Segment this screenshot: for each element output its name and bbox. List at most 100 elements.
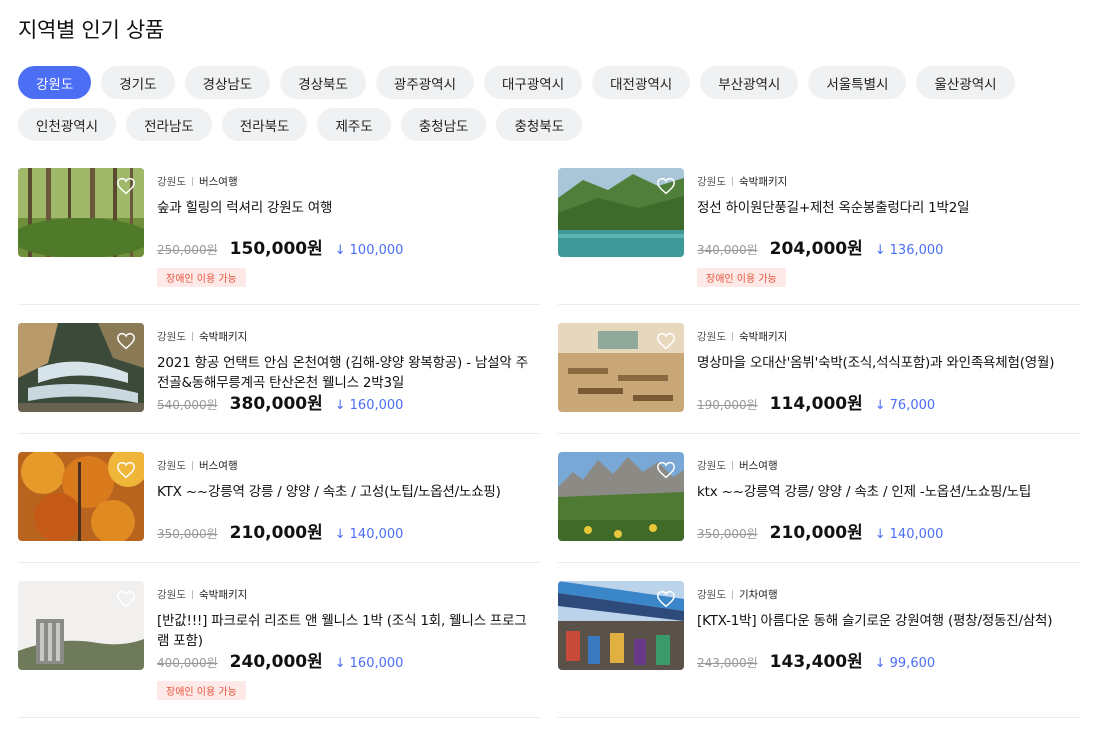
product-category: 숙박패키지 xyxy=(198,589,248,601)
product-thumbnail[interactable] xyxy=(558,323,684,412)
product-thumbnail[interactable] xyxy=(558,452,684,541)
product-info: 강원도 버스여행 숲과 힐링의 럭셔리 강원도 여행 xyxy=(157,174,540,218)
original-price: 400,000원 xyxy=(157,656,218,670)
arrow-down-icon: ↓ xyxy=(334,527,346,542)
region-chip-jeju[interactable]: 제주도 xyxy=(317,108,391,141)
sale-price: 143,400원 xyxy=(769,652,863,672)
sale-price: 210,000원 xyxy=(229,523,323,543)
product-meta: 강원도 숙박패키지 xyxy=(157,329,540,344)
arrow-down-icon: ↓ xyxy=(334,398,346,413)
price-row: 400,000원 240,000원 ↓ 160,000 xyxy=(157,647,403,672)
product-category: 버스여행 xyxy=(738,460,778,472)
price-row: 350,000원 210,000원 ↓ 140,000 xyxy=(697,518,943,543)
region-chip-gyeongnam[interactable]: 경상남도 xyxy=(184,66,271,99)
region-chip-jeonnam[interactable]: 전라남도 xyxy=(126,108,212,141)
discount-amount: ↓ 76,000 xyxy=(874,398,936,413)
product-thumbnail[interactable] xyxy=(18,581,144,670)
product-category: 숙박패키지 xyxy=(198,331,248,343)
heart-outline-icon[interactable] xyxy=(116,461,136,479)
accessibility-badge: 장애인 이용 가능 xyxy=(697,268,786,287)
product-meta: 강원도 숙박패키지 xyxy=(157,587,540,602)
region-chip-gyeonggi[interactable]: 경기도 xyxy=(101,66,175,99)
product-card[interactable]: 강원도 숙박패키지 [반값!!!] 파크로쉬 리조트 앤 웰니스 1박 (조식 1… xyxy=(18,581,540,718)
product-meta: 강원도 숙박패키지 xyxy=(697,329,1080,344)
product-title[interactable]: [KTX-1박] 아름다운 동해 슬기로운 강원여행 (평창/정동진/삼척) xyxy=(697,611,1069,631)
region-chip-chungnam[interactable]: 충청남도 xyxy=(400,108,487,141)
original-price: 190,000원 xyxy=(697,398,758,412)
region-chip-chungbuk[interactable]: 충청북도 xyxy=(496,108,583,141)
price-row: 340,000원 204,000원 ↓ 136,000 xyxy=(697,234,943,259)
discount-amount: ↓ 160,000 xyxy=(334,656,404,671)
product-info: 강원도 기차여행 [KTX-1박] 아름다운 동해 슬기로운 강원여행 (평창/정… xyxy=(697,587,1080,631)
region-chip-jeonbuk[interactable]: 전라북도 xyxy=(221,108,308,141)
sale-price: 240,000원 xyxy=(229,652,323,672)
product-info: 강원도 버스여행 KTX ~~강릉역 강릉 / 양양 / 속초 / 고성(노팁/노… xyxy=(157,458,540,502)
sale-price: 380,000원 xyxy=(229,394,323,414)
discount-amount: ↓ 140,000 xyxy=(334,527,404,542)
product-category: 버스여행 xyxy=(198,176,238,188)
sale-price: 210,000원 xyxy=(769,523,863,543)
product-card[interactable]: 강원도 버스여행 숲과 힐링의 럭셔리 강원도 여행 250,000원 150,0… xyxy=(18,168,540,305)
price-row: 350,000원 210,000원 ↓ 140,000 xyxy=(157,518,403,543)
meta-divider xyxy=(191,590,193,599)
region-chip-incheon[interactable]: 인천광역시 xyxy=(18,108,117,141)
product-title[interactable]: 2021 항공 언택트 안심 온천여행 (김해-양양 왕복항공) - 남설악 주… xyxy=(157,353,529,393)
product-title[interactable]: [반값!!!] 파크로쉬 리조트 앤 웰니스 1박 (조식 1회, 웰니스 프로… xyxy=(157,611,529,651)
product-title[interactable]: 명상마을 오대산'옴뷔'숙박(조식,석식포함)과 와인족욕체험(영월) xyxy=(697,353,1069,373)
heart-outline-icon[interactable] xyxy=(116,177,136,195)
region-chip-gwangju[interactable]: 광주광역시 xyxy=(375,66,475,99)
heart-outline-icon[interactable] xyxy=(116,590,136,608)
region-chip-daegu[interactable]: 대구광역시 xyxy=(484,66,583,99)
product-card[interactable]: 강원도 숙박패키지 2021 항공 언택트 안심 온천여행 (김해-양양 왕복항공… xyxy=(18,323,540,434)
product-region: 강원도 xyxy=(697,460,726,472)
product-thumbnail[interactable] xyxy=(18,168,144,257)
product-region: 강원도 xyxy=(157,460,186,472)
product-card[interactable]: 강원도 버스여행 ktx ~~강릉역 강릉/ 양양 / 속초 / 인제 -노옵션/… xyxy=(558,452,1080,563)
product-thumbnail[interactable] xyxy=(18,452,144,541)
region-chip-daejeon[interactable]: 대전광역시 xyxy=(592,66,691,99)
product-title[interactable]: 숲과 힐링의 럭셔리 강원도 여행 xyxy=(157,198,529,218)
region-chip-ulsan[interactable]: 울산광역시 xyxy=(916,66,1015,99)
product-title[interactable]: ktx ~~강릉역 강릉/ 양양 / 속초 / 인제 -노옵션/노쇼핑/노팁 xyxy=(697,482,1069,502)
region-chip-busan[interactable]: 부산광역시 xyxy=(700,66,799,99)
product-thumbnail[interactable] xyxy=(558,581,684,670)
product-info: 강원도 숙박패키지 [반값!!!] 파크로쉬 리조트 앤 웰니스 1박 (조식 1… xyxy=(157,587,540,651)
product-region: 강원도 xyxy=(157,589,186,601)
product-title[interactable]: 정선 하이원단풍길+제천 옥순봉출렁다리 1박2일 xyxy=(697,198,1069,218)
product-region: 강원도 xyxy=(157,331,186,343)
heart-outline-icon[interactable] xyxy=(656,590,676,608)
region-chip-gangwon[interactable]: 강원도 xyxy=(18,66,92,99)
accessibility-badge: 장애인 이용 가능 xyxy=(157,268,246,287)
price-row: 540,000원 380,000원 ↓ 160,000 xyxy=(157,389,403,414)
sale-price: 204,000원 xyxy=(769,239,863,259)
meta-divider xyxy=(731,177,733,186)
arrow-down-icon: ↓ xyxy=(874,398,886,413)
sale-price: 114,000원 xyxy=(769,394,863,414)
discount-amount: ↓ 100,000 xyxy=(334,243,404,258)
meta-divider xyxy=(731,590,733,599)
meta-divider xyxy=(731,461,733,470)
product-info: 강원도 숙박패키지 2021 항공 언택트 안심 온천여행 (김해-양양 왕복항공… xyxy=(157,329,540,393)
meta-divider xyxy=(191,332,193,341)
product-card[interactable]: 강원도 기차여행 [KTX-1박] 아름다운 동해 슬기로운 강원여행 (평창/정… xyxy=(558,581,1080,718)
arrow-down-icon: ↓ xyxy=(874,243,886,258)
product-thumbnail[interactable] xyxy=(18,323,144,412)
product-meta: 강원도 버스여행 xyxy=(697,458,1080,473)
product-title[interactable]: KTX ~~강릉역 강릉 / 양양 / 속초 / 고성(노팁/노옵션/노쇼핑) xyxy=(157,482,529,502)
arrow-down-icon: ↓ xyxy=(334,243,346,258)
heart-outline-icon[interactable] xyxy=(656,332,676,350)
discount-amount: ↓ 160,000 xyxy=(334,398,404,413)
product-card[interactable]: 강원도 숙박패키지 정선 하이원단풍길+제천 옥순봉출렁다리 1박2일 340,0… xyxy=(558,168,1080,305)
product-thumbnail[interactable] xyxy=(558,168,684,257)
heart-outline-icon[interactable] xyxy=(116,332,136,350)
heart-outline-icon[interactable] xyxy=(656,461,676,479)
region-chip-gyeongbuk[interactable]: 경상북도 xyxy=(280,66,366,99)
product-card[interactable]: 강원도 숙박패키지 명상마을 오대산'옴뷔'숙박(조식,석식포함)과 와인족욕체험… xyxy=(558,323,1080,434)
product-category: 숙박패키지 xyxy=(738,331,788,343)
discount-amount: ↓ 99,600 xyxy=(874,656,936,671)
heart-outline-icon[interactable] xyxy=(656,177,676,195)
product-info: 강원도 숙박패키지 정선 하이원단풍길+제천 옥순봉출렁다리 1박2일 xyxy=(697,174,1080,218)
product-card[interactable]: 강원도 버스여행 KTX ~~강릉역 강릉 / 양양 / 속초 / 고성(노팁/노… xyxy=(18,452,540,563)
region-chip-seoul[interactable]: 서울특별시 xyxy=(808,66,907,99)
price-row: 250,000원 150,000원 ↓ 100,000 xyxy=(157,234,403,259)
